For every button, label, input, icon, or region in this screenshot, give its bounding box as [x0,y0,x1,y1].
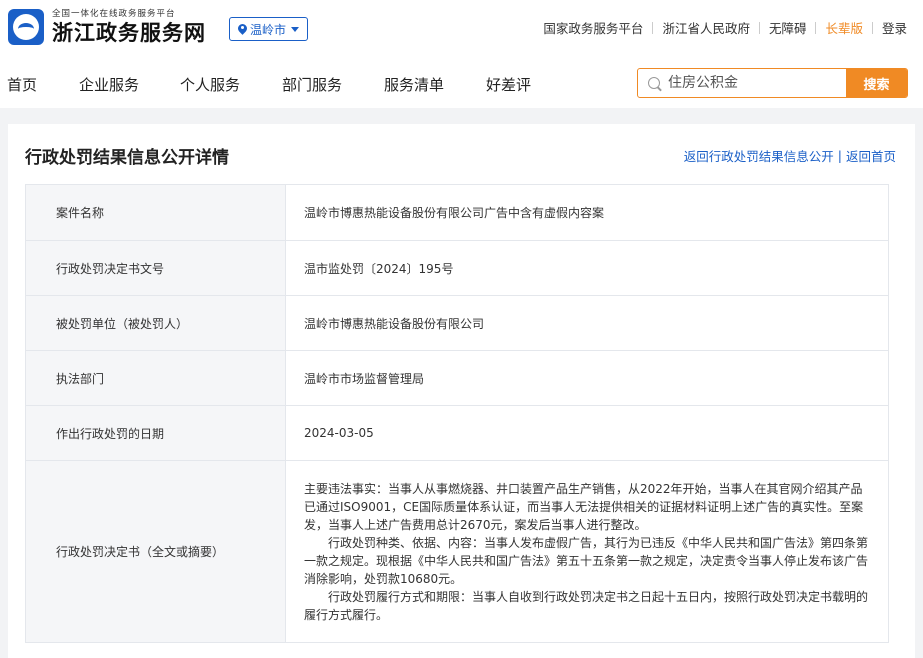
nav-item-service-list[interactable]: 服务清单 [384,74,444,95]
link-province-government[interactable]: 浙江省人民政府 [662,18,750,37]
row-value-case-name: 温岭市博惠热能设备股份有限公司广告中含有虚假内容案 [285,184,889,241]
nav-item-enterprise[interactable]: 企业服务 [79,74,139,95]
table-row: 作出行政处罚的日期 2024-03-05 [25,405,889,461]
divider [871,21,873,34]
link-accessibility[interactable]: 无障碍 [769,18,807,37]
divider [758,21,760,34]
link-national-platform[interactable]: 国家政务服务平台 [543,18,643,37]
logo-icon [8,9,44,45]
city-selector[interactable]: 温岭市 [229,17,309,41]
logo-subtitle: 全国一体化在线政务服务平台 [52,9,176,19]
city-name: 温岭市 [250,22,287,37]
nav-item-department[interactable]: 部门服务 [282,74,342,95]
decision-paragraph-facts: 主要违法事实：当事人从事燃烧器、井口装置产品生产销售，从2022年开始，当事人在… [304,481,864,532]
site-logo[interactable]: 全国一体化在线政务服务平台 浙江政务服务网 [8,8,206,46]
row-value-date: 2024-03-05 [285,405,889,461]
divider [652,21,654,34]
row-label-case-name: 案件名称 [25,184,286,241]
detail-panel: 行政处罚结果信息公开详情 返回行政处罚结果信息公开 | 返回首页 案件名称 温岭… [8,124,915,658]
nav-item-home[interactable]: 首页 [7,74,37,95]
table-row: 案件名称 温岭市博惠热能设备股份有限公司广告中含有虚假内容案 [25,184,889,241]
back-to-list-link[interactable]: 返回行政处罚结果信息公开 [684,146,834,165]
search-button[interactable]: 搜索 [846,69,907,97]
link-separator: | [837,148,842,163]
logo-text: 全国一体化在线政务服务平台 浙江政务服务网 [52,8,206,46]
penalty-info-table: 案件名称 温岭市博惠热能设备股份有限公司广告中含有虚假内容案 行政处罚决定书文号… [25,184,889,643]
divider [815,21,817,34]
row-value-document-number: 温市监处罚〔2024〕195号 [285,240,889,296]
search-input[interactable] [660,69,846,97]
table-row: 被处罚单位（被处罚人） 温岭市博惠热能设备股份有限公司 [25,295,889,351]
table-row: 行政处罚决定书（全文或摘要） 主要违法事实：当事人从事燃烧器、井口装置产品生产销… [25,460,889,643]
search-icon [648,77,660,89]
row-label-penalized-party: 被处罚单位（被处罚人） [25,295,286,351]
row-value-penalized-party: 温岭市博惠热能设备股份有限公司 [285,295,889,351]
row-label-department: 执法部门 [25,350,286,406]
search-bar: 搜索 [637,68,908,98]
chevron-down-icon [291,26,300,32]
nav-item-evaluation[interactable]: 好差评 [486,74,531,95]
table-row: 执法部门 温岭市市场监督管理局 [25,350,889,406]
row-label-document-number: 行政处罚决定书文号 [25,240,286,296]
panel-links: 返回行政处罚结果信息公开 | 返回首页 [684,146,896,165]
back-to-home-link[interactable]: 返回首页 [846,146,896,165]
nav-item-personal[interactable]: 个人服务 [180,74,240,95]
location-pin-icon [238,24,247,35]
top-links: 国家政务服务平台 浙江省人民政府 无障碍 长辈版 登录 [543,18,907,37]
page-title: 行政处罚结果信息公开详情 [25,148,229,168]
decision-paragraph-basis: 行政处罚种类、依据、内容：当事人发布虚假广告，其行为已违反《中华人民共和国广告法… [304,535,869,586]
logo-title: 浙江政务服务网 [52,20,206,45]
link-login[interactable]: 登录 [882,18,907,37]
row-value-decision: 主要违法事实：当事人从事燃烧器、井口装置产品生产销售，从2022年开始，当事人在… [285,460,889,643]
decision-paragraph-execution: 行政处罚履行方式和期限：当事人自收到行政处罚决定书之日起十五日内，按照行政处罚决… [304,589,869,622]
link-elder-mode[interactable]: 长辈版 [825,18,863,37]
table-row: 行政处罚决定书文号 温市监处罚〔2024〕195号 [25,240,889,296]
row-value-department: 温岭市市场监督管理局 [285,350,889,406]
row-label-date: 作出行政处罚的日期 [25,405,286,461]
row-label-decision: 行政处罚决定书（全文或摘要） [25,460,286,643]
top-header: 全国一体化在线政务服务平台 浙江政务服务网 温岭市 国家政务服务平台 浙江省人民… [0,0,923,58]
